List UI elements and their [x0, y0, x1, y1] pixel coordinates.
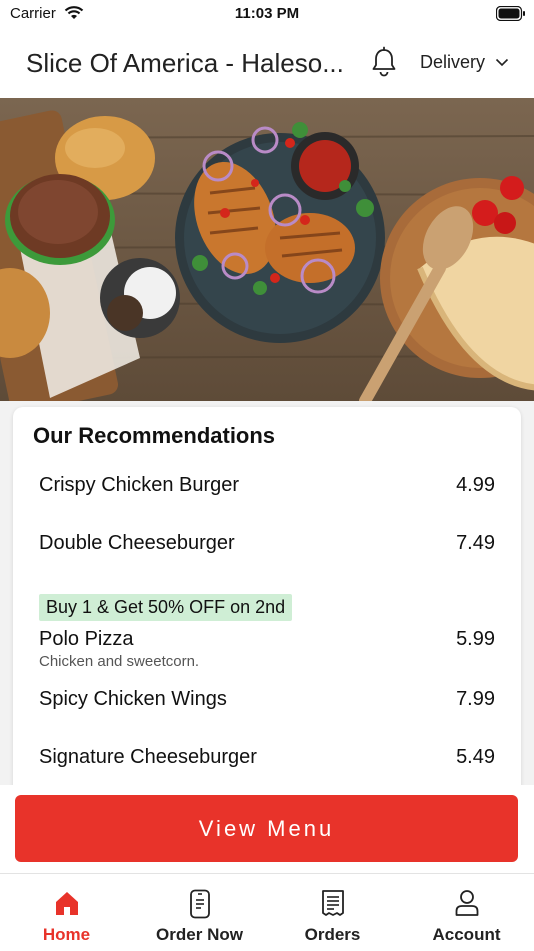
phone-order-icon — [189, 889, 210, 919]
item-name: Signature Cheeseburger — [39, 746, 257, 768]
item-price: 5.49 — [456, 746, 495, 768]
status-bar: Carrier 11:03 PM — [0, 0, 534, 28]
item-name: Polo Pizza — [39, 628, 134, 650]
item-name: Double Cheeseburger — [39, 532, 235, 554]
recommendations-section: Our Recommendations Crispy Chicken Burge… — [0, 401, 534, 785]
tab-label: Order Now — [156, 925, 243, 944]
restaurant-title: Slice Of America - Haleso... — [26, 48, 344, 78]
tab-order-now[interactable]: Order Now — [133, 874, 266, 951]
tab-label: Account — [432, 925, 501, 944]
receipt-icon — [321, 890, 344, 916]
menu-item[interactable]: Signature Cheeseburger 5.49 — [39, 746, 495, 769]
section-title: Our Recommendations — [33, 423, 276, 448]
item-name: Crispy Chicken Burger — [39, 474, 240, 496]
item-name: Spicy Chicken Wings — [39, 688, 227, 710]
promo-badge: Buy 1 & Get 50% OFF on 2nd — [39, 594, 293, 621]
tab-home[interactable]: Home — [0, 874, 133, 951]
recommendations-card: Our Recommendations Crispy Chicken Burge… — [13, 407, 521, 785]
delivery-selector[interactable]: Delivery — [420, 52, 509, 73]
tab-bar: Home Order Now Orders Account — [0, 873, 534, 951]
item-price: 7.99 — [456, 688, 495, 710]
item-price: 4.99 — [456, 474, 495, 496]
item-price: 7.49 — [456, 532, 495, 554]
food-illustration — [0, 98, 534, 401]
item-price: 5.99 — [456, 628, 495, 650]
item-description: Chicken and sweetcorn. — [39, 653, 200, 670]
cta-area: View Menu — [0, 785, 534, 873]
menu-item[interactable]: Polo Pizza 5.99 Chicken and sweetcorn. — [39, 628, 495, 670]
tab-label: Home — [42, 925, 91, 944]
user-icon — [455, 890, 478, 916]
chevron-down-icon — [495, 58, 509, 67]
clock: 11:03 PM — [234, 5, 300, 22]
hero-image — [0, 98, 534, 401]
tab-label: Orders — [304, 925, 361, 944]
tab-account[interactable]: Account — [400, 874, 533, 951]
menu-item[interactable]: Crispy Chicken Burger 4.99 — [39, 474, 495, 497]
menu-item[interactable]: Spicy Chicken Wings 7.99 — [39, 688, 495, 711]
app-header: Slice Of America - Haleso... Delivery — [0, 28, 534, 99]
tab-orders[interactable]: Orders — [266, 874, 399, 951]
battery-icon — [496, 6, 525, 21]
home-icon — [55, 892, 78, 915]
bell-icon[interactable] — [369, 46, 399, 78]
delivery-label: Delivery — [420, 52, 486, 72]
menu-item[interactable]: Double Cheeseburger 7.49 — [39, 532, 495, 555]
view-menu-button[interactable]: View Menu — [15, 795, 518, 862]
